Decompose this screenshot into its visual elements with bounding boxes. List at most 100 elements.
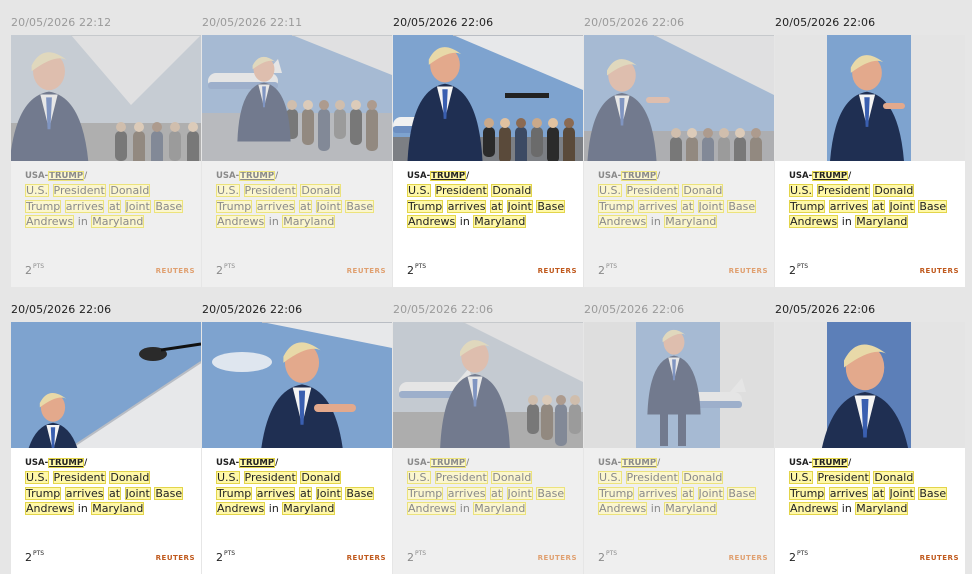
card-slug[interactable]: USA-TRUMP/ (598, 458, 763, 469)
caption-word: arrives (64, 199, 105, 213)
card-body[interactable]: USA-TRUMP/ U.S. President Donald Trump a… (202, 35, 392, 287)
card-body[interactable]: USA-TRUMP/ U.S. President Donald Trump a… (11, 322, 201, 574)
points-label: 2PTS (216, 263, 235, 277)
caption-word: Donald (109, 471, 151, 484)
caption-word: U.S. (789, 471, 814, 484)
caption-word: Base (154, 486, 184, 500)
photo-thumbnail[interactable] (202, 35, 392, 161)
card-caption: USA-TRUMP/ U.S. President Donald Trump a… (789, 171, 954, 230)
caption-word: U.S. (216, 184, 241, 197)
caption-word: at (298, 199, 313, 213)
caption-text: U.S. President Donald Trump arrives at J… (216, 471, 375, 515)
card-slug[interactable]: USA-TRUMP/ (789, 171, 954, 182)
points-label: 2PTS (598, 263, 617, 277)
card-timestamp: 20/05/2026 22:12 (11, 16, 112, 29)
photo-thumbnail[interactable] (202, 322, 392, 448)
caption-word: Maryland (855, 215, 909, 228)
photo-thumbnail[interactable] (584, 322, 774, 448)
caption-word: Base (727, 486, 757, 500)
card-slug[interactable]: USA-TRUMP/ (407, 171, 572, 182)
caption-word: Maryland (664, 502, 718, 515)
card-body[interactable]: USA-TRUMP/ U.S. President Donald Trump a… (11, 35, 201, 287)
caption-word: at (107, 199, 122, 213)
caption-word: Maryland (91, 215, 145, 228)
caption-word: Base (536, 486, 566, 500)
caption-word: arrives (446, 486, 487, 500)
card-caption: USA-TRUMP/ U.S. President Donald Trump a… (789, 458, 954, 517)
card-body[interactable]: USA-TRUMP/ U.S. President Donald Trump a… (202, 322, 392, 574)
caption-word: Andrews (598, 502, 648, 515)
photo-thumbnail[interactable] (11, 35, 201, 161)
caption-word: President (243, 471, 297, 484)
caption-word: Joint (697, 199, 724, 213)
caption-word: arrives (828, 486, 869, 500)
card-body[interactable]: USA-TRUMP/ U.S. President Donald Trump a… (775, 35, 965, 287)
slug-suffix: / (275, 458, 279, 468)
card-caption: USA-TRUMP/ U.S. President Donald Trump a… (25, 458, 190, 517)
card-slug[interactable]: USA-TRUMP/ (598, 171, 763, 182)
caption-word: Maryland (473, 502, 527, 515)
card-caption: USA-TRUMP/ U.S. President Donald Trump a… (216, 171, 381, 230)
caption-text: U.S. President Donald Trump arrives at J… (407, 184, 566, 228)
caption-word: U.S. (25, 184, 50, 197)
points-unit: PTS (606, 263, 618, 270)
source-label: REUTERS (155, 554, 195, 562)
slug-prefix: USA- (25, 458, 49, 468)
caption-word: Andrews (25, 502, 75, 515)
caption-word: Maryland (282, 215, 336, 228)
caption-word: Base (345, 486, 375, 500)
caption-word: President (816, 184, 870, 197)
card-body[interactable]: USA-TRUMP/ U.S. President Donald Trump a… (584, 35, 774, 287)
points-label: 2PTS (598, 550, 617, 564)
source-label: REUTERS (537, 267, 577, 275)
source-label: REUTERS (155, 267, 195, 275)
photo-thumbnail[interactable] (11, 322, 201, 448)
caption-word: at (489, 199, 504, 213)
caption-word: Andrews (407, 215, 457, 228)
points-value: 2 (407, 551, 414, 564)
caption-word: in (459, 215, 470, 228)
card-slug[interactable]: USA-TRUMP/ (789, 458, 954, 469)
card-body[interactable]: USA-TRUMP/ U.S. President Donald Trump a… (393, 35, 583, 287)
source-label: REUTERS (919, 554, 959, 562)
caption-word: President (52, 184, 106, 197)
points-unit: PTS (797, 263, 809, 270)
caption-word: arrives (255, 486, 296, 500)
caption-word: Donald (300, 471, 342, 484)
photo-thumbnail[interactable] (393, 322, 583, 448)
caption-word: Base (154, 199, 184, 213)
photo-thumbnail[interactable] (775, 35, 965, 161)
caption-word: U.S. (407, 184, 432, 197)
slug-keyword: TRUMP (430, 458, 467, 468)
caption-text: U.S. President Donald Trump arrives at J… (789, 184, 948, 228)
photo-thumbnail[interactable] (584, 35, 774, 161)
source-label: REUTERS (537, 554, 577, 562)
slug-keyword: TRUMP (621, 458, 658, 468)
card-body[interactable]: USA-TRUMP/ U.S. President Donald Trump a… (775, 322, 965, 574)
card-timestamp: 20/05/2026 22:06 (584, 303, 685, 316)
slug-keyword: TRUMP (48, 458, 85, 468)
points-label: 2PTS (789, 263, 808, 277)
slug-prefix: USA- (598, 458, 622, 468)
caption-word: arrives (828, 199, 869, 213)
slug-prefix: USA- (25, 171, 49, 181)
card-body[interactable]: USA-TRUMP/ U.S. President Donald Trump a… (393, 322, 583, 574)
photo-thumbnail[interactable] (775, 322, 965, 448)
photo-thumbnail[interactable] (393, 35, 583, 161)
caption-word: at (871, 199, 886, 213)
caption-text: U.S. President Donald Trump arrives at J… (25, 184, 184, 228)
caption-text: U.S. President Donald Trump arrives at J… (407, 471, 566, 515)
card-timestamp: 20/05/2026 22:06 (393, 16, 494, 29)
card-slug[interactable]: USA-TRUMP/ (216, 458, 381, 469)
card-slug[interactable]: USA-TRUMP/ (407, 458, 572, 469)
card-body[interactable]: USA-TRUMP/ U.S. President Donald Trump a… (584, 322, 774, 574)
points-label: 2PTS (216, 550, 235, 564)
slug-keyword: TRUMP (48, 171, 85, 181)
caption-word: Trump (25, 199, 62, 213)
caption-word: Donald (300, 184, 342, 197)
points-value: 2 (598, 551, 605, 564)
card-slug[interactable]: USA-TRUMP/ (216, 171, 381, 182)
card-slug[interactable]: USA-TRUMP/ (25, 171, 190, 182)
slug-keyword: TRUMP (621, 171, 658, 181)
card-slug[interactable]: USA-TRUMP/ (25, 458, 190, 469)
